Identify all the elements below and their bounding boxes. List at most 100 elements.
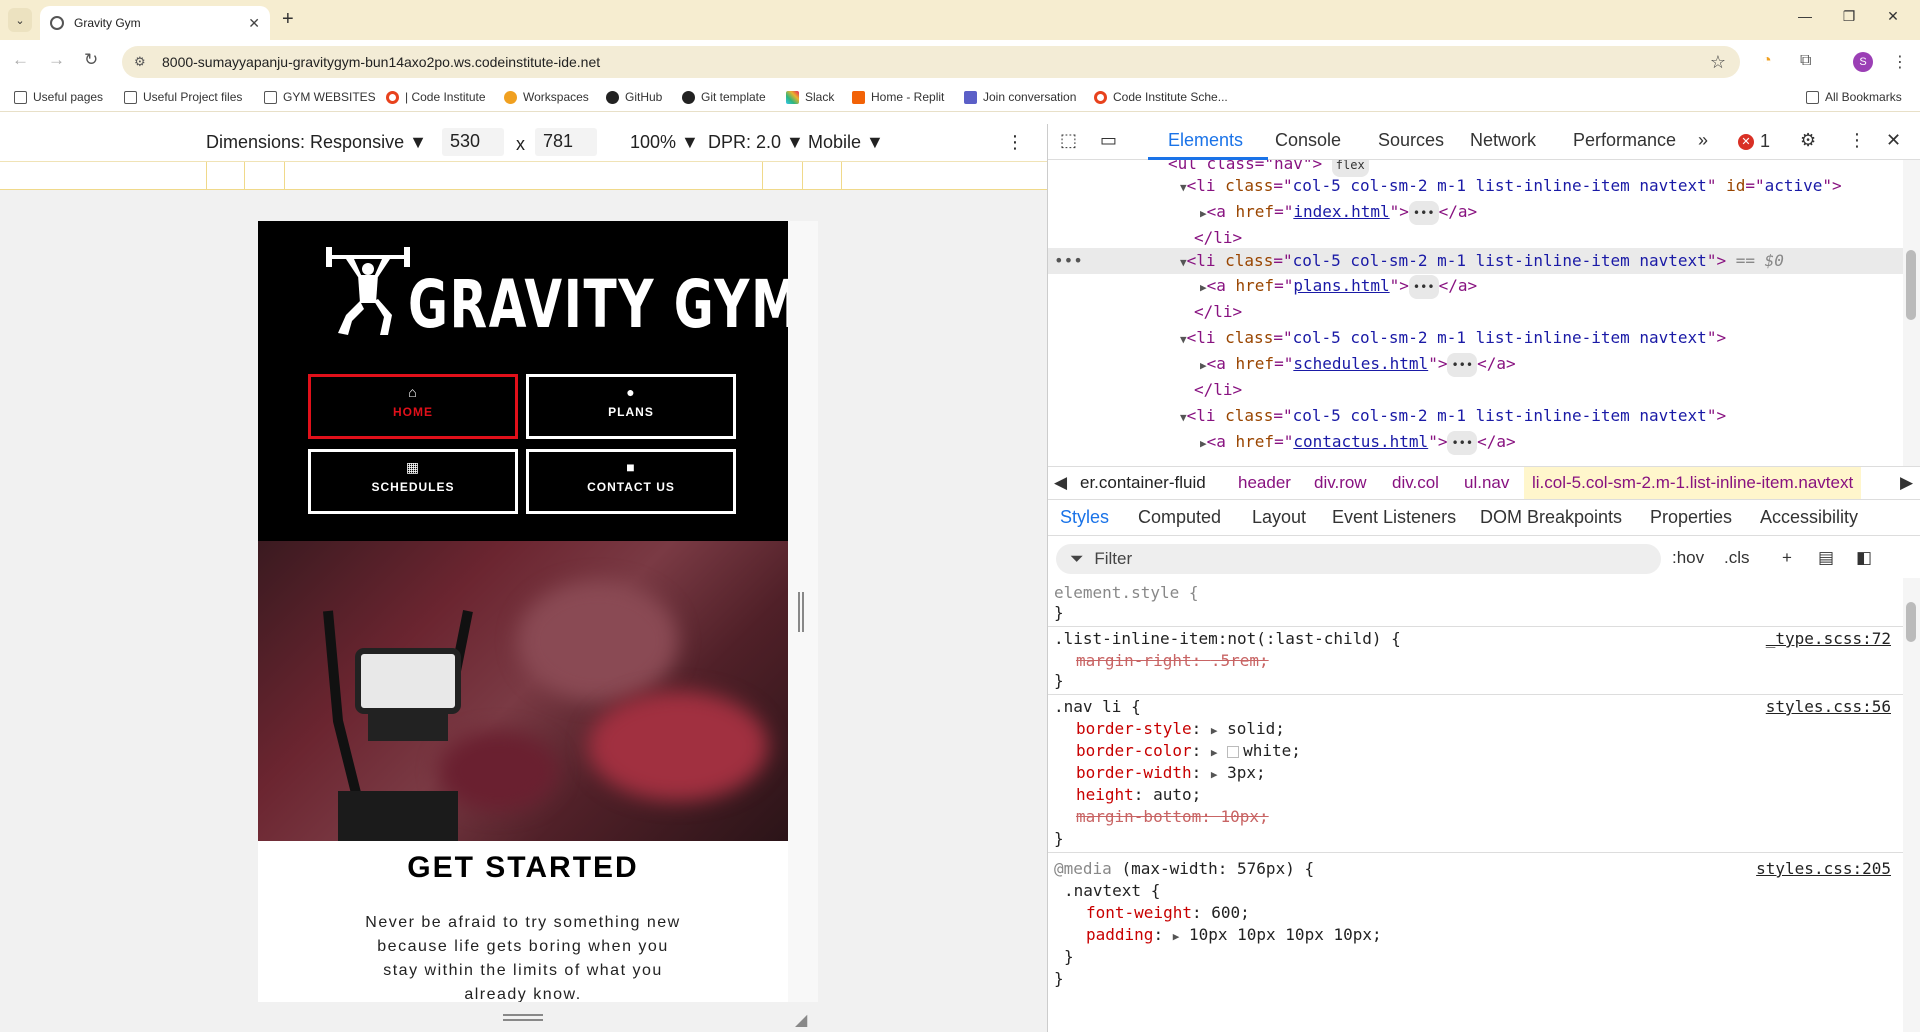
new-rule-icon[interactable]: + (1782, 548, 1792, 568)
breadcrumb-left-icon[interactable]: ◀ (1054, 473, 1067, 493)
site-info-icon[interactable]: ⚙ (134, 54, 152, 70)
bookmark-join-conversation[interactable]: Join conversation (964, 90, 1076, 104)
error-counter[interactable]: ✕ 1 (1738, 131, 1770, 152)
resize-height-handle[interactable] (503, 1014, 543, 1021)
height-input[interactable]: 781 (535, 128, 597, 156)
bookmark-useful-project-files[interactable]: Useful Project files (124, 90, 242, 104)
device-toggle-icon[interactable]: ▭ (1100, 130, 1117, 151)
menu-kebab-icon[interactable]: ⋮ (1892, 52, 1908, 72)
paint-icon[interactable]: ▤ (1818, 548, 1834, 568)
subtab-dom-breakpoints[interactable]: DOM Breakpoints (1480, 507, 1622, 528)
rule1-source-link[interactable]: _type.scss:72 (1766, 628, 1891, 650)
new-tab-icon[interactable]: + (282, 8, 294, 31)
more-tabs-icon[interactable]: » (1698, 130, 1708, 151)
dom-line-li-close[interactable]: </li> (1194, 226, 1242, 250)
resize-width-handle[interactable] (798, 592, 804, 632)
bookmark-code-institute[interactable]: | Code Institute (386, 90, 486, 104)
dom-line-li-close[interactable]: </li> (1194, 378, 1242, 402)
dom-line-li-active[interactable]: ▼<li class="col-5 col-sm-2 m-1 list-inli… (1180, 174, 1842, 198)
rule1-prop-margin-right[interactable]: margin-right: .5rem; (1076, 650, 1269, 672)
styles-scroll-thumb[interactable] (1906, 602, 1916, 642)
crumb-div-row[interactable]: div.row (1314, 473, 1367, 493)
element-style-selector[interactable]: element.style { (1054, 582, 1199, 604)
crumb-div-col[interactable]: div.col (1392, 473, 1439, 493)
device-more-icon[interactable]: ⋮ (1006, 132, 1024, 153)
crumb-li-current[interactable]: li.col-5.col-sm-2.m-1.list-inline-item.n… (1524, 467, 1862, 499)
extension-icon[interactable]: ◔ (1762, 52, 1772, 70)
ruler-segment[interactable] (762, 162, 802, 190)
bookmark-star-icon[interactable]: ☆ (1710, 52, 1726, 73)
crumb-header[interactable]: header (1238, 473, 1291, 493)
ruler-segment[interactable] (802, 162, 842, 190)
media-query[interactable]: @media (max-width: 576px) { (1054, 858, 1314, 880)
prop-margin-bottom[interactable]: margin-bottom: 10px; (1076, 806, 1269, 828)
width-input[interactable]: 530 (442, 128, 504, 156)
all-bookmarks[interactable]: All Bookmarks (1806, 90, 1902, 104)
subtab-layout[interactable]: Layout (1252, 507, 1306, 528)
bookmark-workspaces[interactable]: Workspaces (504, 90, 589, 104)
subtab-properties[interactable]: Properties (1650, 507, 1732, 528)
bookmark-useful-pages[interactable]: Useful pages (14, 90, 103, 104)
minimize-icon[interactable]: — (1790, 8, 1820, 24)
dom-line-li-schedules[interactable]: ▼<li class="col-5 col-sm-2 m-1 list-inli… (1180, 326, 1726, 350)
styles-filter-input[interactable]: ⏷ Filter (1056, 544, 1661, 574)
rule3-source-link[interactable]: styles.css:205 (1756, 858, 1891, 880)
browser-tab[interactable]: Gravity Gym ✕ (40, 6, 270, 40)
address-bar[interactable]: ⚙ 8000-sumayyapanju-gravitygym-bun14axo2… (122, 46, 1740, 78)
bookmark-slack[interactable]: Slack (786, 90, 834, 104)
dom-line-li-contact[interactable]: ▼<li class="col-5 col-sm-2 m-1 list-inli… (1180, 404, 1726, 428)
back-icon[interactable]: ← (12, 50, 29, 70)
dimensions-select[interactable]: Dimensions: Responsive ▼ (206, 132, 427, 153)
dom-line-a-index[interactable]: ▶<a href="index.html"> ••• </a> (1200, 200, 1477, 225)
restore-icon[interactable]: ❐ (1834, 8, 1864, 25)
tab-sources[interactable]: Sources (1378, 130, 1444, 151)
window-close-icon[interactable]: ✕ (1878, 8, 1908, 25)
inspect-icon[interactable]: ⬚ (1060, 130, 1077, 151)
puzzle-icon[interactable]: ⧉ (1800, 52, 1811, 70)
crumb-container[interactable]: er.container-fluid (1080, 473, 1206, 493)
dom-line-li-close[interactable]: </li> (1194, 300, 1242, 324)
profile-avatar[interactable]: S (1853, 52, 1873, 72)
crumb-ul-nav[interactable]: ul.nav (1464, 473, 1509, 493)
subtab-computed[interactable]: Computed (1138, 507, 1221, 528)
tab-console[interactable]: Console (1275, 130, 1341, 151)
subtab-styles[interactable]: Styles (1060, 507, 1109, 528)
prop-padding[interactable]: padding: ▶ 10px 10px 10px 10px; (1086, 924, 1382, 946)
bookmark-code-institute-schedule[interactable]: Code Institute Sche... (1094, 90, 1228, 104)
nav-plans[interactable]: ● PLANS (526, 374, 736, 439)
ruler-segment[interactable] (284, 162, 762, 190)
rule2-source-link[interactable]: styles.css:56 (1766, 696, 1891, 718)
nav-schedules[interactable]: ▦ SCHEDULES (308, 449, 518, 514)
close-tab-icon[interactable]: ✕ (248, 15, 260, 32)
dpr-select[interactable]: DPR: 2.0 ▼ (708, 132, 804, 153)
rule1-selector[interactable]: .list-inline-item:not(:last-child) { (1054, 628, 1401, 650)
breadcrumb-right-icon[interactable]: ▶ (1900, 473, 1913, 493)
subtab-accessibility[interactable]: Accessibility (1760, 507, 1858, 528)
tab-elements[interactable]: Elements (1168, 130, 1243, 151)
site-title[interactable]: GRAVITY GYM (408, 266, 788, 343)
cls-toggle[interactable]: .cls (1724, 548, 1750, 568)
prop-border-style[interactable]: border-style: ▶ solid; (1076, 718, 1285, 740)
styles-scrollbar[interactable] (1903, 578, 1920, 1032)
dom-line-a-contact[interactable]: ▶<a href="contactus.html"> ••• </a> (1200, 430, 1516, 455)
close-devtools-icon[interactable]: ✕ (1886, 130, 1901, 151)
dom-scrollbar[interactable] (1903, 160, 1920, 466)
bookmark-replit[interactable]: Home - Replit (852, 90, 944, 104)
rule3-selector[interactable]: .navtext { (1064, 880, 1160, 902)
color-swatch[interactable] (1227, 745, 1240, 758)
tab-performance[interactable]: Performance (1573, 130, 1676, 151)
tab-search-icon[interactable]: ⌄ (8, 8, 32, 32)
nav-contact-us[interactable]: ■ CONTACT US (526, 449, 736, 514)
prop-border-width[interactable]: border-width: ▶ 3px; (1076, 762, 1266, 784)
forward-icon[interactable]: → (48, 50, 65, 70)
dom-line-li-selected[interactable]: ▼<li class="col-5 col-sm-2 m-1 list-inli… (1180, 249, 1784, 273)
nav-home[interactable]: ⌂ HOME (308, 374, 518, 439)
node-actions-icon[interactable]: ••• (1054, 249, 1083, 273)
bookmark-github[interactable]: GitHub (606, 90, 662, 104)
prop-border-color[interactable]: border-color: ▶ white; (1076, 740, 1301, 762)
tab-network[interactable]: Network (1470, 130, 1536, 151)
bookmark-gym-websites[interactable]: GYM WEBSITES (264, 90, 376, 104)
resize-corner-handle[interactable]: ◢ (795, 1010, 807, 1030)
subtab-event-listeners[interactable]: Event Listeners (1332, 507, 1456, 528)
hov-toggle[interactable]: :hov (1672, 548, 1704, 568)
